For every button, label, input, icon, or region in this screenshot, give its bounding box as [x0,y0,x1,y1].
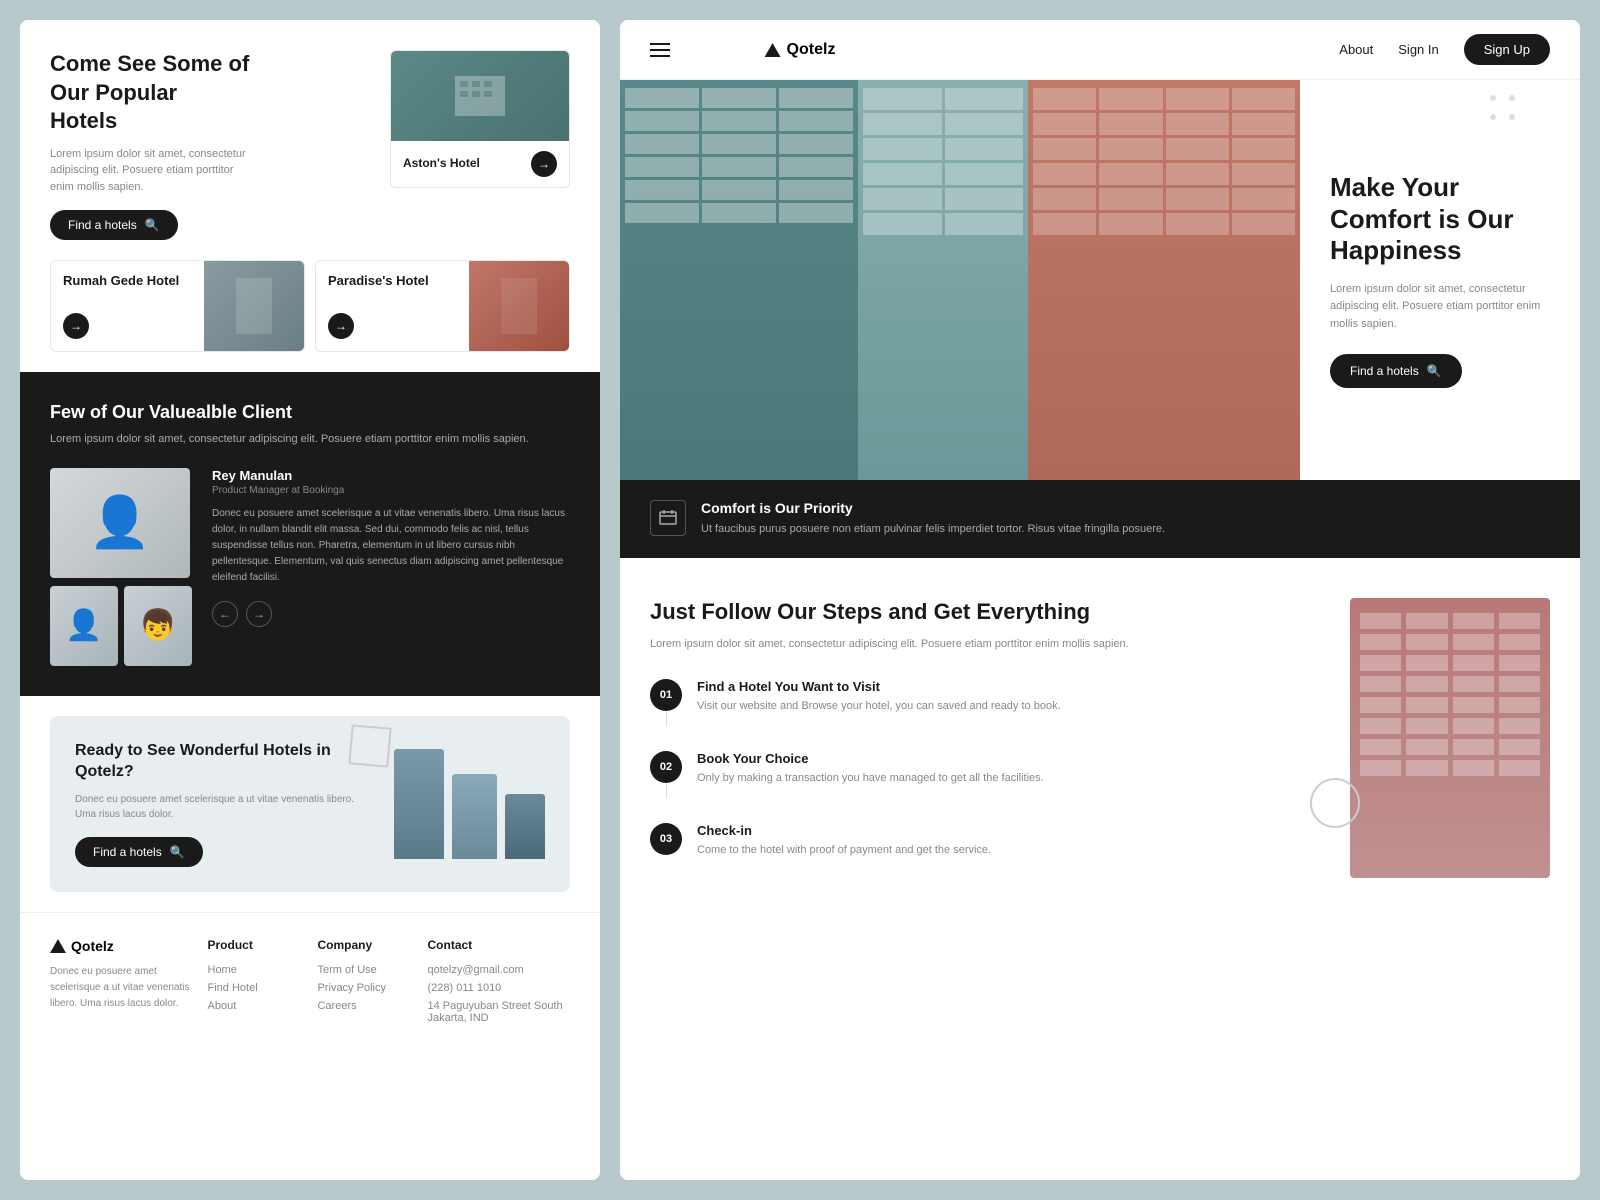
step-2-title: Book Your Choice [697,751,1044,766]
step-3-title: Check-in [697,823,991,838]
nav-brand-logo-icon [765,43,781,57]
clients-photos: 👤 👤 👦 [50,468,192,666]
client-text: Donec eu posuere amet scelerisque a ut v… [212,506,570,586]
right-panel: Qotelz About Sign In Sign Up [620,20,1580,1180]
nav-signup-button[interactable]: Sign Up [1464,34,1550,65]
steps-image [1310,598,1550,1141]
hero-section: Come See Some of Our Popular Hotels Lore… [20,20,600,260]
footer-brand-desc: Donec eu posuere amet scelerisque a ut v… [50,964,193,1012]
right-hero-desc: Lorem ipsum dolor sit amet, consectetur … [1330,281,1550,334]
hamburger-menu-button[interactable] [650,43,670,57]
cta-section: Ready to See Wonderful Hotels in Qotelz?… [50,716,570,893]
rumah-gede-card: Rumah Gede Hotel → [50,260,305,352]
search-icon: 🔍 [145,218,160,232]
hero-desc: Lorem ipsum dolor sit amet, consectetur … [50,146,250,196]
footer-link-privacy[interactable]: Privacy Policy [318,982,413,994]
client-main-photo: 👤 [50,468,190,578]
step-1-desc: Visit our website and Browse your hotel,… [697,698,1061,715]
find-hotels-button-cta[interactable]: Find a hotels 🔍 [75,837,203,867]
step-2-desc: Only by making a transaction you have ma… [697,770,1044,787]
paradise-name: Paradise's Hotel [328,273,457,290]
step-2: 02 Book Your Choice Only by making a tra… [650,751,1280,803]
rumah-gede-arrow[interactable]: → [63,313,89,339]
hotels-row: Rumah Gede Hotel → Paradise's Hotel → [20,260,600,372]
client-small-photo-1: 👤 [50,586,118,666]
footer-link-terms[interactable]: Term of Use [318,964,413,976]
cta-desc: Donec eu posuere amet scelerisque a ut v… [75,792,374,822]
right-hero-section: Make Your Comfort is Our Happiness Lorem… [620,80,1580,480]
footer-section: Qotelz Donec eu posuere amet scelerisque… [20,912,600,1055]
comfort-banner: Comfort is Our Priority Ut faucibus puru… [620,480,1580,558]
paradise-arrow[interactable]: → [328,313,354,339]
footer-contact-col: Contact qotelzy@gmail.com (228) 011 1010… [428,938,571,1030]
hero-building-image [620,80,1300,480]
client-role: Product Manager at Bookinga [212,485,570,496]
step-3: 03 Check-in Come to the hotel with proof… [650,823,1280,859]
comfort-title: Comfort is Our Priority [701,500,1165,516]
footer-product-col: Product Home Find Hotel About [208,938,303,1030]
find-hotels-button-left-hero[interactable]: Find a hotels 🔍 [50,210,178,240]
step-3-number: 03 [650,823,682,855]
footer-brand: Qotelz Donec eu posuere amet scelerisque… [50,938,193,1030]
aston-hotel-arrow[interactable]: → [531,151,557,177]
footer-email: qotelzy@gmail.com [428,964,571,976]
step-2-number: 02 [650,751,682,783]
step-1: 01 Find a Hotel You Want to Visit Visit … [650,679,1280,731]
cta-building-tall [394,749,444,859]
step-1-title: Find a Hotel You Want to Visit [697,679,1061,694]
footer-brand-name: Qotelz [50,938,193,954]
footer-link-careers[interactable]: Careers [318,1000,413,1012]
hero-title: Come See Some of Our Popular Hotels [50,50,250,136]
nav-brand: Qotelz [765,41,836,59]
step-1-number: 01 [650,679,682,711]
brand-logo-icon [50,939,66,953]
client-small-photo-2: 👦 [124,586,192,666]
step-3-desc: Come to the hotel with proof of payment … [697,842,991,859]
clients-section: Few of Our Valuealble Client Lorem ipsum… [20,372,600,696]
search-icon-right: 🔍 [1427,364,1442,378]
search-icon-cta: 🔍 [170,845,185,859]
right-hero-content: Make Your Comfort is Our Happiness Lorem… [1300,80,1580,480]
comfort-desc: Ut faucibus purus posuere non etiam pulv… [701,521,1165,538]
client-nav: ← → [212,601,570,627]
aston-hotel-name: Aston's Hotel [403,156,480,172]
clients-title: Few of Our Valuealble Client [50,402,570,423]
footer-company-col: Company Term of Use Privacy Policy Caree… [318,938,413,1030]
footer-link-about[interactable]: About [208,1000,303,1012]
aston-hotel-card: Aston's Hotel → [390,50,570,188]
client-name: Rey Manulan [212,468,570,483]
steps-building-image [1350,598,1550,878]
nav-about-link[interactable]: About [1339,42,1373,57]
rumah-gede-image [204,261,304,351]
cta-title: Ready to See Wonderful Hotels in Qotelz? [75,741,374,783]
steps-section: Just Follow Our Steps and Get Everything… [620,558,1580,1181]
client-prev-button[interactable]: ← [212,601,238,627]
client-testimonial: Rey Manulan Product Manager at Bookinga … [212,468,570,666]
nav-signin-link[interactable]: Sign In [1398,42,1438,57]
paradise-image [469,261,569,351]
right-hero-title: Make Your Comfort is Our Happiness [1330,172,1550,266]
footer-address: 14 Paguyuban Street South Jakarta, IND [428,1000,571,1024]
cta-decoration [348,724,391,767]
navbar: Qotelz About Sign In Sign Up [620,20,1580,80]
find-hotels-button-right[interactable]: Find a hotels 🔍 [1330,354,1462,388]
client-next-button[interactable]: → [246,601,272,627]
cta-building-short [505,794,545,859]
cta-buildings [394,749,545,859]
left-panel: Come See Some of Our Popular Hotels Lore… [20,20,600,1180]
footer-link-home[interactable]: Home [208,964,303,976]
clients-desc: Lorem ipsum dolor sit amet, consectetur … [50,431,570,448]
steps-desc: Lorem ipsum dolor sit amet, consectetur … [650,636,1280,654]
steps-title: Just Follow Our Steps and Get Everything [650,598,1280,627]
paradise-card: Paradise's Hotel → [315,260,570,352]
cta-building-mid [452,774,497,859]
nav-links: About Sign In Sign Up [1339,34,1550,65]
aston-hotel-image [391,51,569,141]
rumah-gede-name: Rumah Gede Hotel [63,273,192,290]
hero-decoration [1490,95,1525,130]
steps-decoration-circle [1310,778,1360,828]
footer-phone: (228) 011 1010 [428,982,571,994]
comfort-icon [650,500,686,536]
footer-link-find-hotel[interactable]: Find Hotel [208,982,303,994]
